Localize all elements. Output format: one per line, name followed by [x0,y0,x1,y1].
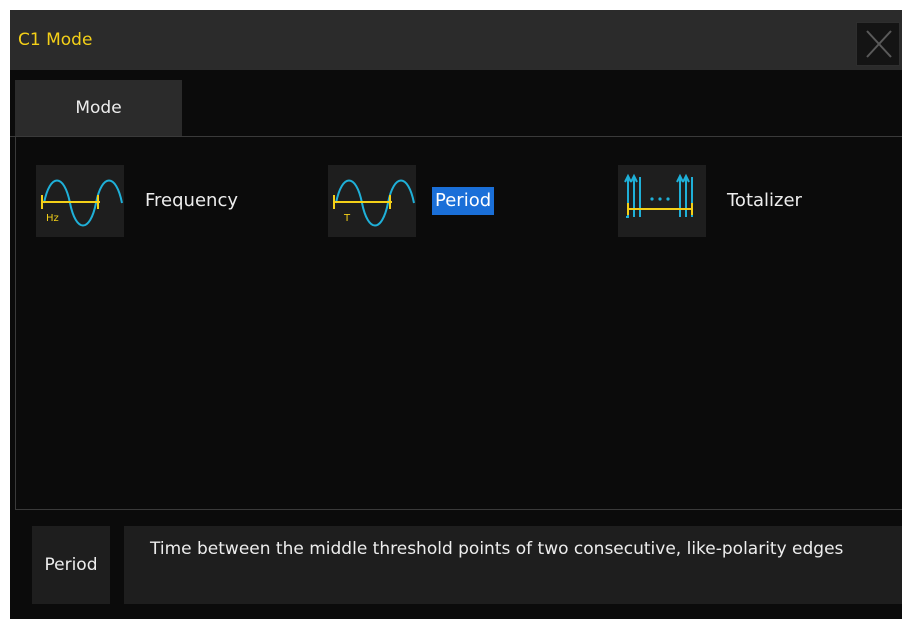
totalizer-edges-icon [618,165,706,237]
close-icon [866,30,892,58]
description-label: Period [32,526,110,604]
close-button[interactable] [856,22,900,66]
description-box: Time between the middle threshold points… [124,526,902,604]
dialog-titlebar: C1 Mode [10,10,902,70]
mode-label-frequency: Frequency [145,190,238,211]
frequency-sine-icon: Hz [36,165,124,237]
frequency-icon-text: Hz [46,213,59,224]
period-icon-text: T [343,213,351,224]
description-text: Time between the middle threshold points… [150,539,844,559]
mode-label-totalizer: Totalizer [727,190,802,211]
tab-strip: Mode [10,70,902,137]
dialog-title: C1 Mode [18,30,93,50]
description-area: Period Time between the middle threshold… [10,510,902,619]
c1-mode-dialog: C1 Mode Mode Hz Frequency T Period Total… [10,10,902,619]
tab-mode[interactable]: Mode [15,80,182,136]
mode-label-period: Period [432,187,495,215]
mode-panel: Hz Frequency T Period Totalizer [15,137,902,510]
period-sine-icon: T [328,165,416,237]
